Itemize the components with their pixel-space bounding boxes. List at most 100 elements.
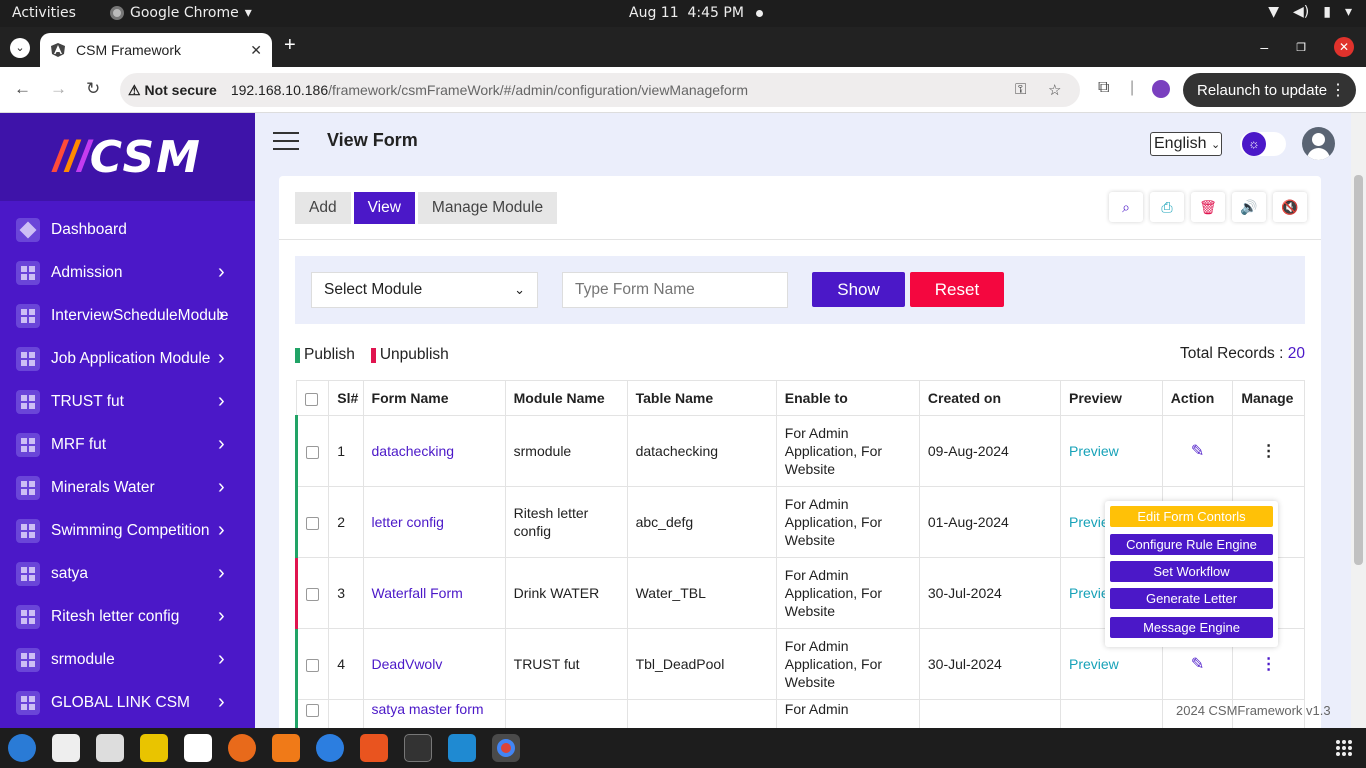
clock[interactable]: Aug 11 4:45 PM bbox=[629, 5, 763, 21]
tab-title: CSM Framework bbox=[76, 42, 182, 58]
menu-set-workflow[interactable]: Set Workflow bbox=[1110, 561, 1273, 582]
main-content: View Form English ⌄ ☼ Add View Manage Mo… bbox=[255, 113, 1351, 728]
document-viewer-icon[interactable] bbox=[52, 734, 80, 762]
security-chip[interactable]: ⚠ Not secure bbox=[128, 82, 217, 99]
more-menu-icon[interactable]: ⋮ bbox=[1330, 80, 1346, 100]
preview-link[interactable]: Preview bbox=[1069, 443, 1119, 459]
tab-add[interactable]: Add bbox=[295, 192, 351, 224]
menu-configure-rule-engine[interactable]: Configure Rule Engine bbox=[1110, 534, 1273, 555]
cell-form-name-link[interactable]: satya master form bbox=[372, 701, 484, 717]
help-icon[interactable] bbox=[316, 734, 344, 762]
tab-manage-module[interactable]: Manage Module bbox=[417, 192, 558, 224]
sidebar-item-swimming-competition[interactable]: Swimming Competition › bbox=[0, 509, 255, 552]
file-manager-icon[interactable] bbox=[96, 734, 124, 762]
module-grid-icon bbox=[16, 260, 40, 285]
sidebar-item-trust-fut[interactable]: TRUST fut › bbox=[0, 380, 255, 423]
language-select[interactable]: English ⌄ bbox=[1150, 132, 1222, 156]
search-button[interactable]: ⌕ bbox=[1109, 192, 1143, 222]
minimize-icon[interactable]: – bbox=[1260, 39, 1268, 55]
cell-form-name-link[interactable]: datachecking bbox=[372, 443, 455, 459]
cell-form-name-link[interactable]: Waterfall Form bbox=[372, 585, 463, 601]
scrollbar-thumb[interactable] bbox=[1354, 175, 1363, 565]
files-app-icon[interactable] bbox=[8, 734, 36, 762]
sidebar-item-satya[interactable]: satya › bbox=[0, 552, 255, 595]
edit-icon[interactable]: ✎ bbox=[1191, 443, 1204, 460]
new-tab-icon[interactable]: + bbox=[284, 34, 296, 57]
browser-tab[interactable]: CSM Framework ✕ bbox=[40, 33, 272, 67]
edit-icon[interactable]: ✎ bbox=[1191, 656, 1204, 673]
menu-generate-letter[interactable]: Generate Letter bbox=[1110, 588, 1273, 609]
sidebar-item-dashboard[interactable]: Dashboard bbox=[0, 208, 255, 251]
user-avatar[interactable] bbox=[1302, 127, 1335, 160]
system-tray[interactable]: ▼ ◀) ▮ ▾ bbox=[1268, 4, 1352, 20]
writer-icon[interactable] bbox=[184, 734, 212, 762]
close-window-icon[interactable]: ✕ bbox=[1334, 37, 1354, 57]
menu-message-engine[interactable]: Message Engine bbox=[1110, 617, 1273, 638]
sidebar-item-minerals-water[interactable]: Minerals Water › bbox=[0, 466, 255, 509]
sublime-icon[interactable] bbox=[272, 734, 300, 762]
cell-module-name: Drink WATER bbox=[513, 585, 600, 601]
print-button[interactable]: ⎙ bbox=[1150, 192, 1184, 222]
star-icon[interactable]: ☆ bbox=[1048, 81, 1061, 99]
software-center-icon[interactable] bbox=[360, 734, 388, 762]
cell-form-name-link[interactable]: letter config bbox=[372, 514, 444, 530]
tab-search-icon[interactable]: ⌄ bbox=[10, 38, 30, 58]
sidebar-item-ritesh-letter-config[interactable]: Ritesh letter config › bbox=[0, 595, 255, 638]
cell-created-on: 30-Jul-2024 bbox=[927, 656, 1002, 672]
unpublish-button[interactable]: 🔇 bbox=[1273, 192, 1307, 222]
delete-button[interactable]: 🗑 bbox=[1191, 192, 1225, 222]
close-tab-icon[interactable]: ✕ bbox=[250, 42, 262, 59]
theme-toggle[interactable]: ☼ bbox=[1240, 132, 1286, 156]
publish-button[interactable]: 🔊 bbox=[1232, 192, 1266, 222]
row-checkbox[interactable] bbox=[306, 587, 319, 601]
table-cell bbox=[328, 699, 364, 728]
relaunch-button[interactable]: Relaunch to update ⋮ bbox=[1183, 73, 1356, 107]
firefox-icon[interactable] bbox=[228, 734, 256, 762]
sidebar-item-job-application-module[interactable]: Job Application Module › bbox=[0, 337, 255, 380]
select-all-checkbox[interactable] bbox=[305, 392, 318, 406]
hamburger-menu-icon[interactable] bbox=[273, 132, 299, 156]
cell-enable-to: For Admin bbox=[784, 701, 849, 717]
row-checkbox[interactable] bbox=[306, 445, 319, 459]
tab-view[interactable]: View bbox=[353, 192, 415, 224]
menu-edit-form-controls[interactable]: Edit Form Contorls bbox=[1110, 506, 1273, 527]
table-cell: DeadVwolv bbox=[362, 628, 506, 700]
caret-down-icon: ▾ bbox=[1344, 4, 1352, 20]
reset-button[interactable]: Reset bbox=[910, 272, 1004, 307]
row-checkbox[interactable] bbox=[306, 516, 319, 530]
show-button[interactable]: Show bbox=[812, 272, 905, 307]
module-select[interactable]: Select Module ⌄ bbox=[311, 272, 538, 308]
sidebar-item-srmodule[interactable]: srmodule › bbox=[0, 638, 255, 681]
rhythmbox-icon[interactable] bbox=[140, 734, 168, 762]
activities-button[interactable]: Activities bbox=[12, 5, 76, 21]
sidebar-item-admission[interactable]: Admission › bbox=[0, 251, 255, 294]
module-grid-icon bbox=[16, 647, 40, 672]
sidebar-item-interviewschedulemodule[interactable]: InterviewScheduleModule › bbox=[0, 294, 255, 337]
vscode-icon[interactable] bbox=[448, 734, 476, 762]
preview-link[interactable]: Preview bbox=[1069, 656, 1119, 672]
sidebar-item-global-link-csm[interactable]: GLOBAL LINK CSM › bbox=[0, 681, 255, 724]
reload-icon[interactable]: ↻ bbox=[86, 79, 100, 99]
row-checkbox[interactable] bbox=[306, 703, 319, 717]
key-icon[interactable]: ⚿ bbox=[1015, 81, 1026, 98]
module-grid-icon bbox=[16, 561, 40, 586]
manage-kebab-icon[interactable]: ⋮ bbox=[1261, 656, 1277, 673]
sidebar-item-mrf-fut[interactable]: MRF fut › bbox=[0, 423, 255, 466]
app-menu[interactable]: Google Chrome ▾ bbox=[110, 5, 252, 21]
row-checkbox[interactable] bbox=[306, 658, 319, 672]
chevron-right-icon: › bbox=[218, 519, 225, 541]
col-created-on: Created on bbox=[918, 380, 1062, 416]
profile-avatar[interactable] bbox=[1152, 80, 1170, 98]
show-apps-icon[interactable] bbox=[1336, 740, 1352, 756]
extensions-icon[interactable]: ⧉ bbox=[1098, 79, 1109, 97]
manage-kebab-icon[interactable]: ⋮ bbox=[1261, 443, 1277, 460]
omnibox[interactable]: ⚠ Not secure 192.168.10.186/framework/cs… bbox=[120, 73, 1080, 107]
cell-form-name-link[interactable]: DeadVwolv bbox=[372, 656, 443, 672]
back-icon[interactable]: ← bbox=[14, 79, 31, 99]
terminal-icon[interactable] bbox=[404, 734, 432, 762]
forward-icon[interactable]: → bbox=[50, 79, 67, 99]
form-name-input[interactable] bbox=[562, 272, 788, 308]
chrome-dock-icon[interactable] bbox=[492, 734, 520, 762]
maximize-icon[interactable]: ❐ bbox=[1296, 41, 1306, 54]
page-scrollbar[interactable] bbox=[1351, 113, 1366, 728]
